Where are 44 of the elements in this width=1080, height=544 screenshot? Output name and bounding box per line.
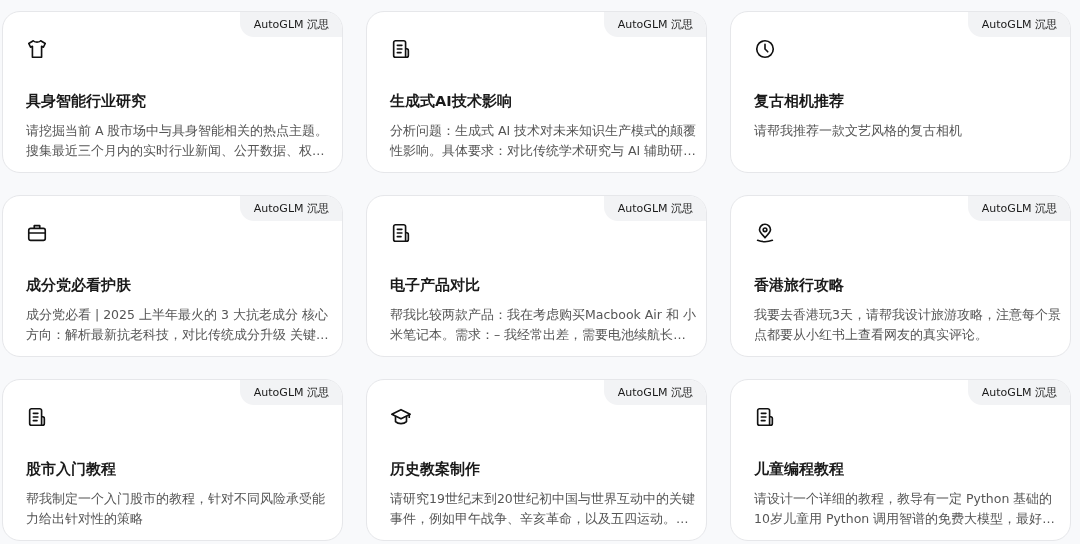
card-description: 请帮我推荐一款文艺风格的复古相机 bbox=[754, 122, 963, 140]
model-badge: AutoGLM 沉思 bbox=[239, 196, 342, 221]
model-badge: AutoGLM 沉思 bbox=[603, 380, 706, 405]
shirt-icon bbox=[26, 38, 48, 60]
briefcase-icon bbox=[26, 222, 48, 244]
card-description: 请挖掘当前 A 股市场中与具身智能相关的热点主题。搜集最近三个月内的实时行业新闻、公开数据、权… bbox=[26, 122, 330, 160]
document-icon bbox=[390, 222, 412, 244]
location-pin-icon bbox=[754, 222, 776, 244]
card-title: 成分党必看护肤 bbox=[26, 276, 132, 295]
card-description: 请研究19世纪末到20世纪初中国与世界互动中的关键事件，例如甲午战争、辛亥革命，以及五四运动。… bbox=[390, 490, 696, 528]
card-title: 具身智能行业研究 bbox=[26, 92, 147, 111]
model-badge: AutoGLM 沉思 bbox=[967, 380, 1070, 405]
model-badge: AutoGLM 沉思 bbox=[603, 12, 706, 37]
card-title: 股市入门教程 bbox=[26, 460, 117, 479]
card-title: 生成式AI技术影响 bbox=[390, 92, 513, 111]
prompt-card[interactable]: AutoGLM 沉思 成分党必看护肤 成分党必看 | 2025 上半年最火的 3 大抗老成分 核心方向：解析最新抗老科技，对比传统成分升级 关键… bbox=[2, 195, 343, 357]
card-title: 复古相机推荐 bbox=[754, 92, 845, 111]
card-title: 香港旅行攻略 bbox=[754, 276, 845, 295]
card-description: 帮我制定一个入门股市的教程，针对不同风险承受能力给出针对性的策略 bbox=[26, 490, 326, 528]
card-description: 分析问题：生成式 AI 技术对未来知识生产模式的颠覆性影响。具体要求：对比传统学术研究与 AI 辅助研… bbox=[390, 122, 698, 160]
card-description: 我要去香港玩3天，请帮我设计旅游攻略，注意每个景点都要从小红书上查看网友的真实评论。 bbox=[754, 306, 1062, 344]
prompt-card[interactable]: AutoGLM 沉思 复古相机推荐 请帮我推荐一款文艺风格的复古相机 bbox=[730, 11, 1071, 173]
prompt-card[interactable]: AutoGLM 沉思 生成式AI技术影响 分析问题：生成式 AI 技术对未来知识生产模式的颠覆性影响。具体要求：对比传统学术研究与 AI 辅助研… bbox=[366, 11, 707, 173]
card-description: 成分党必看 | 2025 上半年最火的 3 大抗老成分 核心方向：解析最新抗老科技，对比传统成分升级 关键… bbox=[26, 306, 330, 344]
document-icon bbox=[754, 406, 776, 428]
card-description: 帮我比较两款产品：我在考虑购买Macbook Air 和 小米笔记本。需求：– 我经常出差，需要电池续航长… bbox=[390, 306, 697, 344]
document-icon bbox=[390, 38, 412, 60]
prompt-card[interactable]: AutoGLM 沉思 电子产品对比 帮我比较两款产品：我在考虑购买Macbook Air 和 小米笔记本。需求：– 我经常出差，需要电池续航长… bbox=[366, 195, 707, 357]
model-badge: AutoGLM 沉思 bbox=[603, 196, 706, 221]
prompt-card[interactable]: AutoGLM 沉思 历史教案制作 请研究19世纪末到20世纪初中国与世界互动中的关键事件，例如甲午战争、辛亥革命，以及五四运动。… bbox=[366, 379, 707, 541]
card-title: 儿童编程教程 bbox=[754, 460, 845, 479]
prompt-card[interactable]: AutoGLM 沉思 儿童编程教程 请设计一个详细的教程，教导有一定 Python 基础的10岁儿童用 Python 调用智谱的免费大模型，最好… bbox=[730, 379, 1071, 541]
prompt-card[interactable]: AutoGLM 沉思 香港旅行攻略 我要去香港玩3天，请帮我设计旅游攻略，注意每个景点都要从小红书上查看网友的真实评论。 bbox=[730, 195, 1071, 357]
model-badge: AutoGLM 沉思 bbox=[967, 196, 1070, 221]
document-icon bbox=[26, 406, 48, 428]
clock-icon bbox=[754, 38, 776, 60]
card-description: 请设计一个详细的教程，教导有一定 Python 基础的10岁儿童用 Python 调用智谱的免费大模型，最好… bbox=[754, 490, 1056, 528]
prompt-card[interactable]: AutoGLM 沉思 具身智能行业研究 请挖掘当前 A 股市场中与具身智能相关的热点主题。搜集最近三个月内的实时行业新闻、公开数据、权… bbox=[2, 11, 343, 173]
model-badge: AutoGLM 沉思 bbox=[239, 12, 342, 37]
model-badge: AutoGLM 沉思 bbox=[239, 380, 342, 405]
card-title: 电子产品对比 bbox=[390, 276, 481, 295]
card-title: 历史教案制作 bbox=[390, 460, 481, 479]
prompt-card[interactable]: AutoGLM 沉思 股市入门教程 帮我制定一个入门股市的教程，针对不同风险承受能力给出针对性的策略 bbox=[2, 379, 343, 541]
model-badge: AutoGLM 沉思 bbox=[967, 12, 1070, 37]
